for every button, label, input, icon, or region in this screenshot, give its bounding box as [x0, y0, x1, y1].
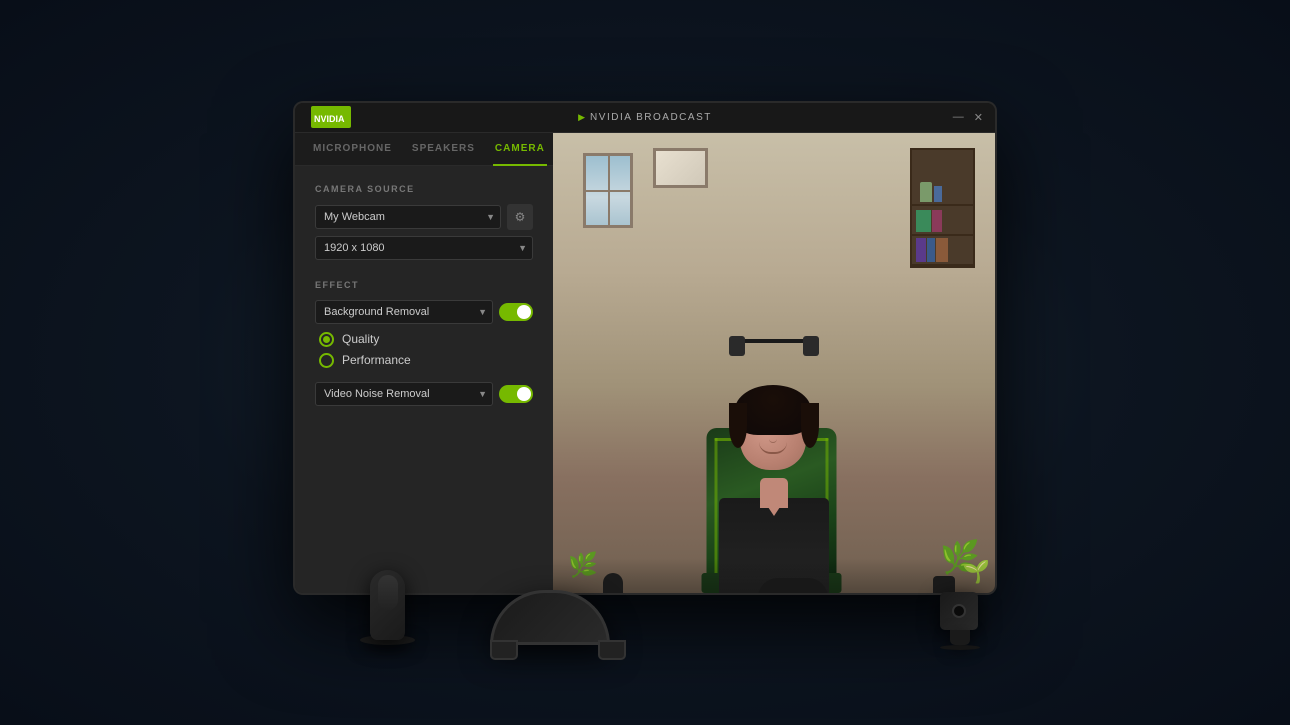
tab-bar: MICROPHONE SPEAKERS CAMERA: [295, 133, 553, 166]
app-title: NVIDIA BROADCAST: [590, 112, 712, 123]
device-dropdown-container: My Webcam Default Camera USB Camera ▼: [315, 205, 501, 229]
minimize-button[interactable]: —: [953, 111, 964, 123]
title-bar: NVIDIA ▶ NVIDIA BROADCAST — ✕: [295, 103, 995, 133]
second-toggle-knob: [517, 387, 531, 401]
sidebar: MICROPHONE SPEAKERS CAMERA CAMERA SOURCE: [295, 133, 553, 593]
app-body: MICROPHONE SPEAKERS CAMERA CAMERA SOURCE: [295, 133, 995, 593]
hair: [735, 393, 813, 475]
sidebar-content: CAMERA SOURCE My Webcam Default Camera U…: [295, 166, 553, 593]
resolution-dropdown[interactable]: 1920 x 1080 1280 x 720 3840 x 2160: [315, 236, 533, 260]
peripherals-decoration: [553, 558, 995, 593]
headset: [729, 339, 819, 359]
desk-webcam: [940, 592, 980, 650]
effect-label: EFFECT: [315, 280, 533, 290]
tab-microphone[interactable]: MICROPHONE: [311, 133, 394, 166]
title-center: ▶ NVIDIA BROADCAST: [578, 112, 712, 123]
quality-options: Quality Performance: [319, 332, 533, 368]
effect-dropdown[interactable]: Background Removal Background Blur Video…: [315, 300, 493, 324]
close-button[interactable]: ✕: [974, 111, 983, 124]
camera-source-label: CAMERA SOURCE: [315, 184, 533, 194]
camera-source-section: CAMERA SOURCE My Webcam Default Camera U…: [315, 184, 533, 260]
desk-microphone: [370, 570, 405, 645]
quality-radio[interactable]: [319, 332, 334, 347]
camera-settings-button[interactable]: ⚙: [507, 204, 533, 230]
performance-label: Performance: [342, 353, 411, 367]
svg-text:NVIDIA: NVIDIA: [314, 114, 345, 124]
second-effect-toggle[interactable]: [499, 385, 533, 403]
performance-option[interactable]: Performance: [319, 353, 533, 368]
second-effect-dropdown[interactable]: Video Noise Removal Background Removal B…: [315, 382, 493, 406]
person-figure: [694, 293, 854, 593]
quality-label: Quality: [342, 332, 379, 346]
second-effect-dropdown-container: Video Noise Removal Background Removal B…: [315, 382, 493, 406]
smallcam-hint: [933, 576, 955, 593]
performance-radio[interactable]: [319, 353, 334, 368]
desk-headphones: [490, 590, 626, 660]
device-dropdown[interactable]: My Webcam Default Camera USB Camera: [315, 205, 501, 229]
nvidia-logo-icon: NVIDIA: [311, 106, 351, 128]
quality-option[interactable]: Quality: [319, 332, 533, 347]
quality-radio-fill: [323, 336, 330, 343]
effect-toggle[interactable]: [499, 303, 533, 321]
preview-area: 🌿 🌱 🌿: [553, 133, 995, 593]
toggle-knob: [517, 305, 531, 319]
window-controls: — ✕: [953, 111, 983, 124]
second-effect-dropdown-row: Video Noise Removal Background Removal B…: [315, 382, 533, 406]
bg-shelf: [910, 148, 975, 268]
settings-icon: ⚙: [515, 210, 526, 224]
bg-picture: [653, 148, 708, 188]
effect-dropdown-row: Background Removal Background Blur Video…: [315, 300, 533, 324]
bg-window: [583, 153, 633, 228]
effect-section: EFFECT Background Removal Background Blu…: [315, 280, 533, 406]
play-icon: ▶: [578, 112, 585, 123]
device-dropdown-row: My Webcam Default Camera USB Camera ▼ ⚙: [315, 204, 533, 230]
effect-dropdown-container: Background Removal Background Blur Video…: [315, 300, 493, 324]
headphones-hint: [758, 578, 828, 593]
tab-speakers[interactable]: SPEAKERS: [410, 133, 477, 166]
monitor-wrapper: NVIDIA ▶ NVIDIA BROADCAST — ✕: [0, 0, 1290, 725]
tab-camera[interactable]: CAMERA: [493, 133, 547, 166]
nvidia-logo-area: NVIDIA: [311, 106, 351, 128]
camera-preview: 🌿 🌱 🌿: [553, 133, 995, 593]
resolution-dropdown-container: 1920 x 1080 1280 x 720 3840 x 2160 ▼: [315, 236, 533, 260]
app-window: NVIDIA ▶ NVIDIA BROADCAST — ✕: [295, 103, 995, 593]
